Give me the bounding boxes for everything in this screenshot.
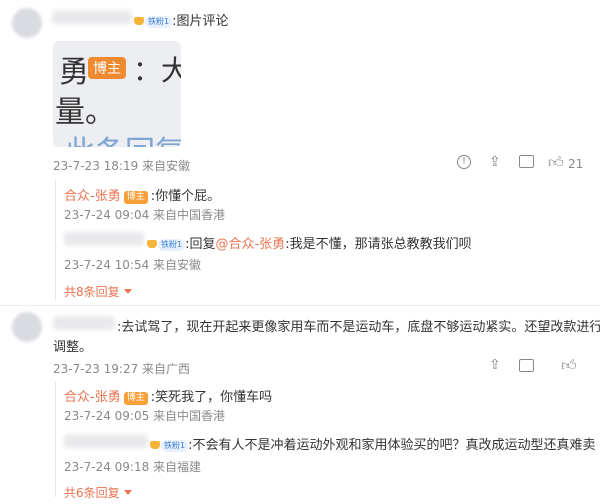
more-replies-label: 共8条回复: [64, 285, 120, 299]
fan-badge: 铁粉1: [158, 239, 186, 251]
comment-icon[interactable]: [519, 359, 534, 372]
reply-text: :你懂个屁。: [150, 189, 221, 204]
reply-time-location: 23-7-24 09:04 来自中国香港: [64, 208, 226, 222]
comment-text: :图片评论: [172, 14, 229, 29]
author-badge: 博主: [123, 392, 148, 405]
reply-time-location: 23-7-24 10:54 来自安徽: [64, 258, 202, 272]
comment-time-location: 23-7-23 19:27 来自广西: [53, 362, 191, 376]
reply-time-location: 23-7-24 09:05 来自中国香港: [64, 409, 226, 423]
like-icon[interactable]: 👍︎: [548, 153, 564, 172]
share-icon[interactable]: ⇪: [489, 154, 501, 170]
reply-1: 合众-张勇 博主:你懂个屁。: [64, 185, 220, 204]
crown-icon: [150, 441, 160, 449]
fan-badge: 铁粉1: [145, 16, 173, 28]
mention-link[interactable]: @合众-张勇: [215, 237, 285, 252]
crown-icon: [147, 240, 157, 248]
comment-image[interactable]: 勇 博主 ：大 量。 此条回复: [53, 41, 181, 147]
comment-text-line1: :去试驾了，现在开起来更像家用车而不是运动车，底盘不够运动紧实。还望改款进行: [117, 320, 600, 335]
image-text-tag: 博主: [88, 57, 126, 79]
more-replies-link[interactable]: 共6条回复: [64, 484, 132, 501]
fan-badge: 铁粉1: [161, 440, 189, 452]
reply-text: :我是不懂，那请张总教教我们呗: [285, 237, 472, 252]
reply-text: :不会有人不是冲着运动外观和家用体验买的吧？真改成运动型还真难卖: [188, 438, 596, 453]
reply-author[interactable]: 合众-张勇: [64, 390, 121, 405]
username-blurred[interactable]: [64, 434, 148, 448]
thread-line: [55, 382, 56, 497]
comment-time-location: 23-7-23 18:19 来自安徽: [53, 159, 191, 173]
reply-1: 合众-张勇 博主:笑死我了，你懂车吗: [64, 386, 272, 405]
reply-prefix: :回复: [185, 237, 216, 252]
share-icon[interactable]: ⇪: [489, 357, 501, 373]
more-replies-label: 共6条回复: [64, 486, 120, 500]
image-text-line1: 勇: [59, 55, 89, 90]
author-badge: 博主: [123, 191, 148, 204]
caret-down-icon: [123, 490, 132, 495]
crown-icon: [134, 17, 144, 25]
image-text-line1-after: ：大: [133, 54, 181, 87]
image-text-line3: 此条回复: [65, 127, 181, 147]
reply-time-location: 23-7-24 09:18 来自福建: [64, 460, 202, 474]
more-replies-link[interactable]: 共8条回复: [64, 283, 132, 300]
reply-author[interactable]: 合众-张勇: [64, 189, 121, 204]
username-blurred[interactable]: [53, 316, 115, 330]
avatar[interactable]: [12, 312, 42, 342]
like-icon[interactable]: 👍︎: [561, 356, 577, 375]
divider: [0, 305, 600, 306]
comment-icon[interactable]: [519, 155, 534, 168]
reply-2: 铁粉1:不会有人不是冲着运动外观和家用体验买的吧？真改成运动型还真难卖: [150, 434, 595, 453]
caret-down-icon: [123, 289, 132, 294]
username-blurred[interactable]: [64, 232, 144, 246]
comment-text-line2: 调整。: [53, 340, 93, 355]
username-blurred[interactable]: [52, 10, 132, 24]
like-count: 21: [568, 157, 584, 171]
reply-2: 铁粉1:回复@合众-张勇:我是不懂，那请张总教教我们呗: [147, 233, 472, 252]
thread-line: [55, 180, 56, 300]
comment-header: 铁粉1:图片评论: [134, 10, 228, 29]
image-text-line2: 量。: [55, 95, 115, 130]
reply-text: :笑死我了，你懂车吗: [150, 390, 273, 405]
avatar[interactable]: [12, 8, 42, 38]
report-icon[interactable]: !: [457, 155, 471, 169]
